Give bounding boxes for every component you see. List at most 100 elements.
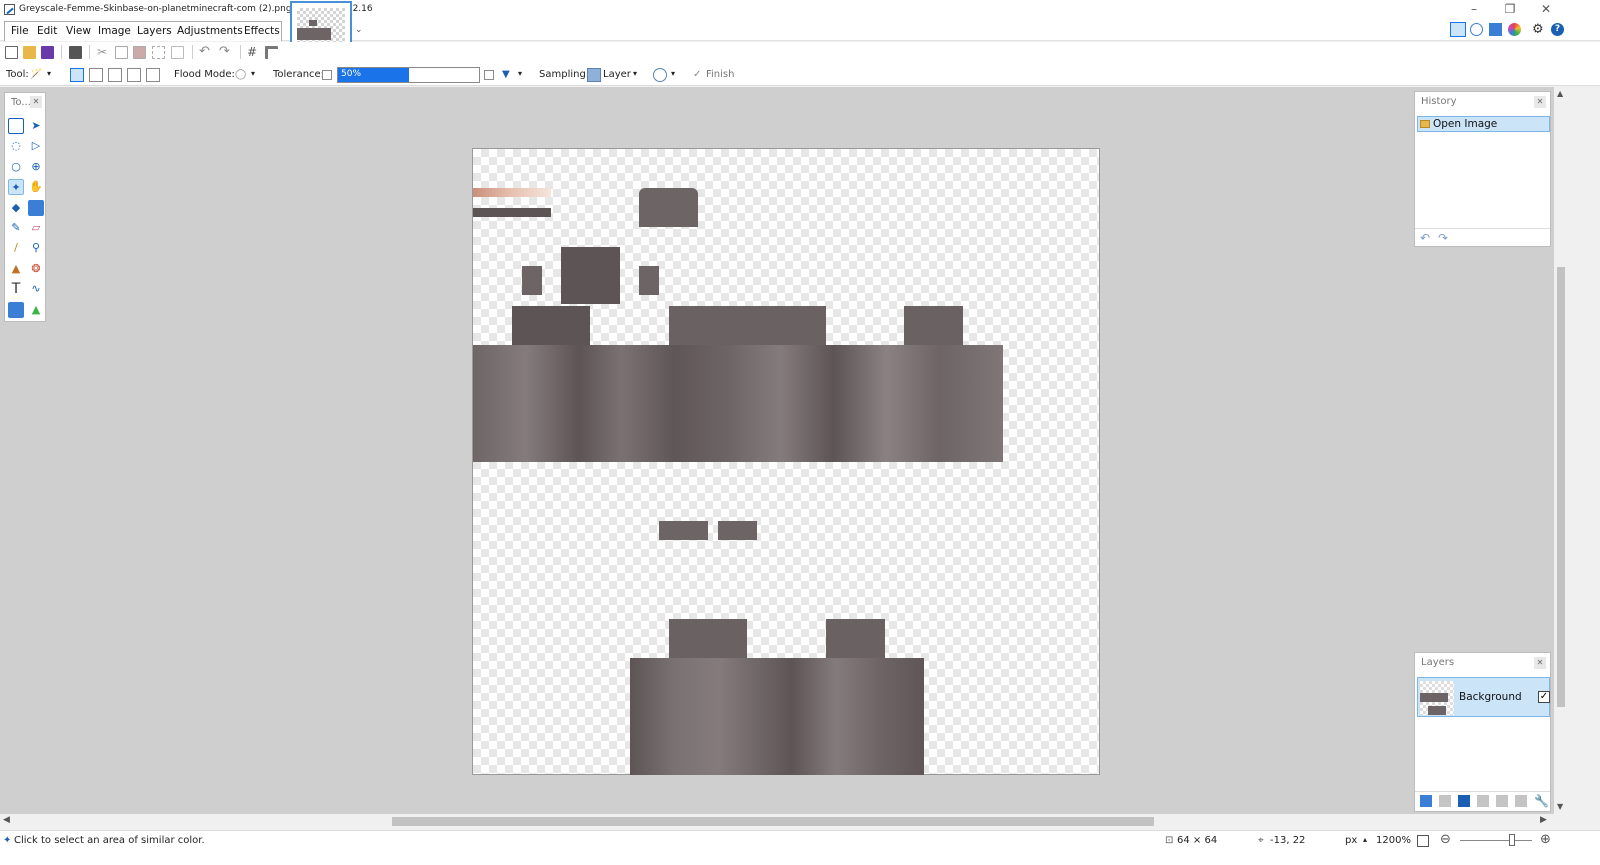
scroll-right-icon[interactable]: ▶ [1540, 815, 1547, 825]
menu-effects[interactable]: Effects [244, 25, 280, 37]
move-layer-up-icon[interactable] [1496, 795, 1508, 807]
minimize-button[interactable]: – [1456, 0, 1492, 20]
vertical-scrollbar[interactable]: ▲ ▼ [1554, 87, 1568, 814]
layer-properties-icon[interactable]: 🔧 [1534, 794, 1549, 808]
history-panel-close-icon[interactable]: ✕ [1534, 96, 1546, 108]
zoom-out-icon[interactable]: ⊖ [1440, 832, 1451, 847]
merge-layer-icon[interactable] [1477, 795, 1489, 807]
finish-check-icon[interactable]: ✓ [693, 69, 701, 80]
tabs-dropdown-icon[interactable]: ⌄ [355, 25, 363, 35]
cut-icon[interactable]: ✂ [97, 46, 110, 59]
save-icon[interactable] [41, 46, 54, 59]
lasso-tool-icon[interactable]: ◌ [8, 138, 24, 154]
menu-layers[interactable]: Layers [137, 25, 172, 37]
layer-row[interactable]: Background ✓ [1417, 677, 1550, 717]
layers-window-toggle-icon[interactable] [1489, 23, 1502, 36]
history-undo-icon[interactable]: ↶ [1420, 231, 1430, 245]
tool-dropdown-icon[interactable]: ▾ [47, 69, 51, 78]
deselect-icon[interactable] [171, 46, 184, 59]
zoom-tool-icon[interactable]: ⊕ [28, 159, 44, 175]
pencil-tool-icon[interactable]: / [8, 240, 24, 256]
zoom-slider-thumb[interactable] [1509, 834, 1515, 846]
menu-file[interactable]: File [11, 25, 29, 37]
selection-clipping-icon[interactable] [653, 68, 667, 82]
scroll-up-icon[interactable]: ▲ [1557, 89, 1563, 98]
close-button[interactable]: ✕ [1528, 0, 1564, 20]
print-icon[interactable] [69, 46, 82, 59]
rectangle-select-tool-icon[interactable] [8, 118, 24, 134]
delete-layer-icon[interactable] [1439, 795, 1451, 807]
color-picker-tool-icon[interactable]: ⚲ [28, 240, 44, 256]
tolerance-decrease-icon[interactable] [322, 70, 332, 80]
horizontal-scrollbar[interactable]: ◀ ▶ [0, 814, 1554, 829]
settings-icon[interactable]: ⚙ [1532, 22, 1544, 37]
tolerance-increase-icon[interactable] [484, 70, 494, 80]
recolor-tool-icon[interactable]: ❂ [28, 261, 44, 277]
flood-mode-icon[interactable]: ◯ [235, 69, 246, 80]
sampling-value[interactable]: Layer [603, 69, 631, 80]
zoom-level[interactable]: 1200% [1376, 835, 1411, 846]
magic-wand-tool-icon[interactable]: ✦ [8, 179, 24, 195]
selection-mode-intersect-icon[interactable] [127, 68, 141, 82]
redo-icon[interactable]: ↷ [219, 45, 232, 59]
open-icon[interactable] [23, 46, 36, 59]
tools-panel-close-icon[interactable]: ✕ [30, 96, 42, 108]
scroll-down-icon[interactable]: ▼ [1557, 802, 1563, 811]
image-canvas[interactable] [472, 148, 1100, 775]
ruler-icon[interactable] [265, 46, 278, 59]
scroll-left-icon[interactable]: ◀ [3, 815, 10, 825]
paste-icon[interactable] [133, 46, 146, 59]
history-item[interactable]: Open Image [1417, 116, 1550, 132]
zoom-fit-icon[interactable] [1417, 835, 1429, 847]
zoom-slider[interactable] [1460, 840, 1532, 841]
tolerance-slider[interactable]: 50% [337, 67, 480, 83]
move-layer-down-icon[interactable] [1515, 795, 1527, 807]
selection-mode-replace-icon[interactable] [70, 68, 84, 82]
clone-stamp-tool-icon[interactable]: ▲ [8, 261, 24, 277]
ellipse-select-tool-icon[interactable]: ○ [8, 159, 24, 175]
paintbrush-tool-icon[interactable]: ✎ [8, 220, 24, 236]
gradient-tool-icon[interactable] [28, 200, 44, 216]
finish-button[interactable]: Finish [706, 69, 734, 80]
menu-edit[interactable]: Edit [37, 25, 57, 37]
flood-mode-dropdown-icon[interactable]: ▾ [251, 69, 255, 78]
unit-dropdown-icon[interactable]: ▴ [1363, 835, 1367, 844]
eraser-tool-icon[interactable]: ▱ [28, 220, 44, 236]
layers-panel-close-icon[interactable]: ✕ [1534, 657, 1546, 669]
clipping-dropdown-icon[interactable]: ▾ [671, 69, 675, 78]
pan-tool-icon[interactable]: ✋ [28, 179, 44, 195]
selection-mode-union-icon[interactable] [89, 68, 103, 82]
line-curve-tool-icon[interactable]: ∿ [28, 281, 44, 297]
tools-window-toggle-icon[interactable] [1450, 22, 1466, 37]
add-layer-icon[interactable] [1420, 795, 1432, 807]
vertical-scroll-thumb[interactable] [1557, 267, 1565, 707]
copy-icon[interactable] [115, 46, 128, 59]
menu-adjustments[interactable]: Adjustments [177, 25, 243, 37]
zoom-in-icon[interactable]: ⊕ [1540, 832, 1551, 847]
restore-button[interactable]: ❐ [1492, 0, 1528, 20]
antialias-icon[interactable]: ▼ [502, 69, 510, 80]
canvas-workspace[interactable] [0, 87, 1554, 814]
text-tool-icon[interactable]: T [8, 281, 24, 297]
magic-wand-tool-icon[interactable]: 🪄 [30, 69, 42, 80]
move-selection-tool-icon[interactable]: ▷ [28, 138, 44, 154]
help-icon[interactable]: ? [1551, 23, 1564, 36]
grid-icon[interactable]: # [247, 46, 260, 59]
horizontal-scroll-thumb[interactable] [392, 817, 1154, 826]
move-selected-tool-icon[interactable]: ➤ [28, 118, 44, 134]
new-icon[interactable] [5, 46, 18, 59]
layer-visibility-checkbox[interactable]: ✓ [1538, 691, 1550, 703]
history-window-toggle-icon[interactable] [1470, 23, 1483, 36]
history-redo-icon[interactable]: ↷ [1438, 231, 1448, 245]
paint-bucket-tool-icon[interactable]: ◆ [8, 200, 24, 216]
crop-icon[interactable] [152, 46, 165, 59]
selection-mode-exclude-icon[interactable] [108, 68, 122, 82]
duplicate-layer-icon[interactable] [1458, 795, 1470, 807]
menu-view[interactable]: View [66, 25, 91, 37]
shapes-extra-icon[interactable]: ▲ [28, 302, 44, 318]
undo-icon[interactable]: ↶ [199, 45, 212, 59]
menu-image[interactable]: Image [98, 25, 131, 37]
unit-selector[interactable]: px [1345, 835, 1357, 846]
sampling-dropdown-icon[interactable]: ▾ [633, 69, 637, 78]
colors-window-toggle-icon[interactable] [1508, 23, 1521, 36]
